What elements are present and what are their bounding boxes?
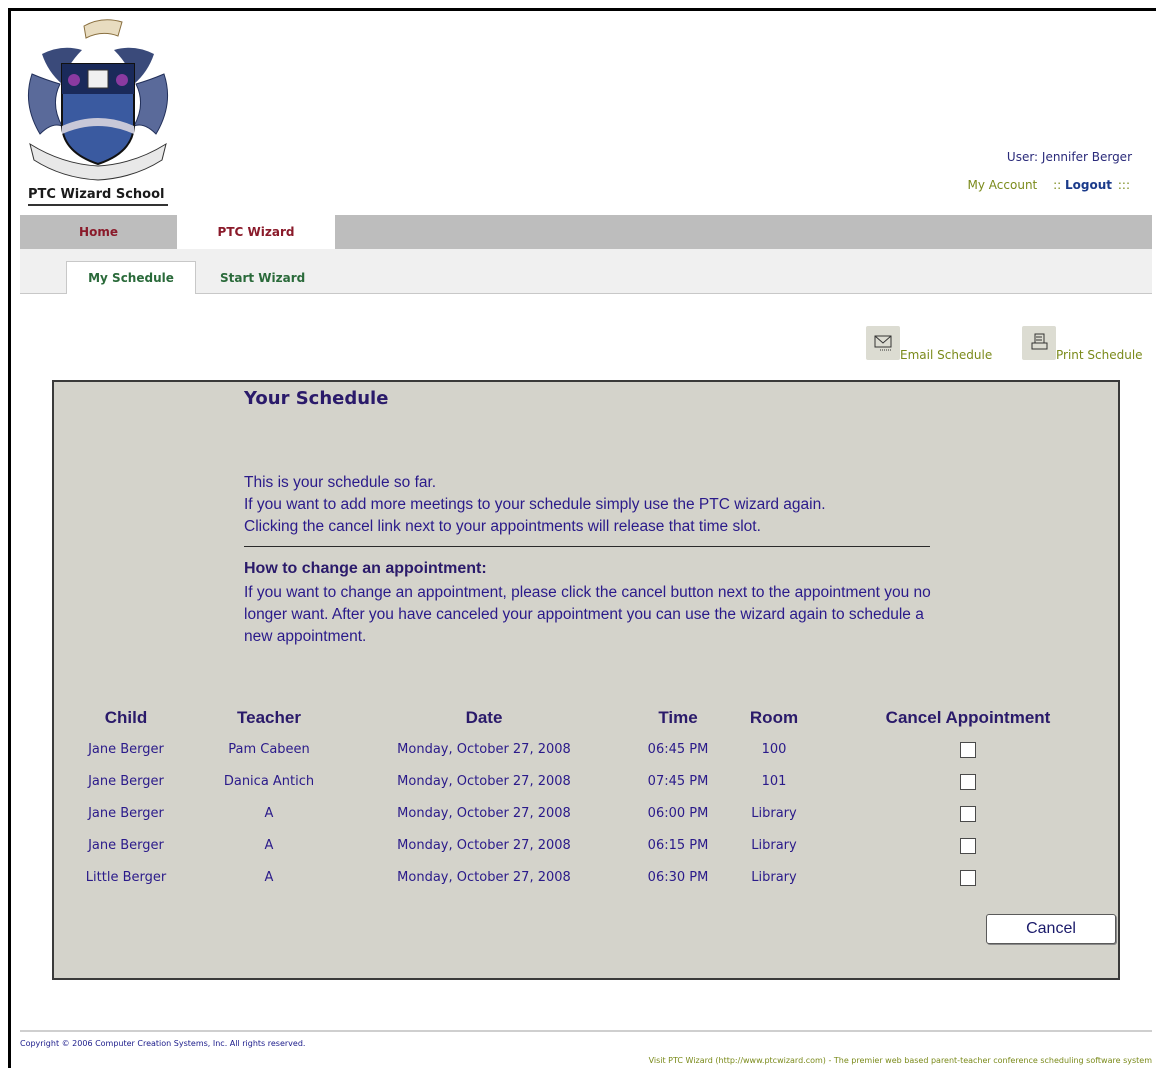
cell-date: Monday, October 27, 2008: [397, 774, 571, 789]
cancel-appointment-checkbox[interactable]: [960, 870, 976, 886]
printer-icon: [1031, 333, 1048, 350]
cell-room: Library: [751, 838, 797, 853]
table-row: Jane Berger Danica Antich Monday, Octobe…: [54, 774, 1118, 806]
cell-time: 06:45 PM: [647, 742, 709, 757]
cell-room: Library: [751, 870, 797, 885]
header-cancel-appointment: Cancel Appointment: [885, 708, 1051, 727]
cell-date: Monday, October 27, 2008: [397, 742, 571, 757]
section-divider: [244, 546, 930, 547]
panel-title: Your Schedule: [244, 388, 389, 409]
cancel-appointment-checkbox[interactable]: [960, 838, 976, 854]
cell-child: Jane Berger: [88, 806, 164, 821]
school-crest-logo: [27, 19, 169, 181]
sub-tab-bar: My Schedule Start Wizard: [20, 249, 1152, 295]
cell-room: Library: [751, 806, 797, 821]
schedule-panel: Your Schedule This is your schedule so f…: [52, 380, 1120, 980]
cell-time: 06:15 PM: [647, 838, 709, 853]
link-separator: ::: [1053, 178, 1062, 192]
link-separator-end: :::: [1117, 178, 1130, 192]
how-to-text: If you want to change an appointment, pl…: [244, 584, 931, 645]
header-date: Date: [465, 708, 503, 727]
cell-teacher: A: [264, 870, 274, 885]
table-row: Little Berger A Monday, October 27, 2008…: [54, 870, 1118, 902]
envelope-icon: [874, 335, 892, 351]
cell-child: Jane Berger: [88, 742, 164, 757]
intro-text: This is your schedule so far. If you wan…: [244, 472, 944, 538]
cell-date: Monday, October 27, 2008: [397, 806, 571, 821]
cell-room: 100: [761, 742, 787, 757]
cell-time: 06:30 PM: [647, 870, 709, 885]
header-teacher: Teacher: [237, 708, 301, 727]
cell-time: 06:00 PM: [647, 806, 709, 821]
copyright-text: Copyright © 2006 Computer Creation Syste…: [20, 1039, 306, 1048]
intro-line: Clicking the cancel link next to your ap…: [244, 518, 761, 535]
account-links: My Account :: Logout :::: [968, 178, 1130, 192]
cell-teacher: A: [264, 806, 274, 821]
logout-link[interactable]: Logout: [1065, 178, 1112, 192]
header-room: Room: [749, 708, 799, 727]
table-row: Jane Berger Pam Cabeen Monday, October 2…: [54, 742, 1118, 774]
print-schedule-label[interactable]: Print Schedule: [1056, 348, 1143, 362]
cell-date: Monday, October 27, 2008: [397, 838, 571, 853]
cell-teacher: Danica Antich: [223, 774, 315, 789]
cancel-appointment-checkbox[interactable]: [960, 742, 976, 758]
footer-divider: [20, 1030, 1152, 1032]
tab-ptc-wizard[interactable]: PTC Wizard: [177, 215, 335, 249]
subtab-my-schedule[interactable]: My Schedule: [66, 261, 196, 295]
cell-child: Little Berger: [85, 870, 167, 885]
cell-child: Jane Berger: [88, 838, 164, 853]
intro-line: This is your schedule so far.: [244, 474, 437, 491]
school-name: PTC Wizard School: [28, 187, 165, 202]
table-row: Jane Berger A Monday, October 27, 2008 0…: [54, 806, 1118, 838]
print-schedule-button[interactable]: [1022, 326, 1056, 360]
visit-ptc-wizard-text[interactable]: Visit PTC Wizard (http://www.ptcwizard.c…: [649, 1056, 1152, 1065]
school-name-underline: [28, 204, 168, 206]
cell-child: Jane Berger: [88, 774, 164, 789]
cell-time: 07:45 PM: [647, 774, 709, 789]
cancel-button[interactable]: Cancel: [986, 914, 1116, 944]
cell-date: Monday, October 27, 2008: [397, 870, 571, 885]
email-schedule-label[interactable]: Email Schedule: [900, 348, 992, 362]
how-to-title: How to change an appointment:: [244, 560, 487, 577]
current-user-label: User: Jennifer Berger: [1006, 150, 1132, 164]
subtab-start-wizard[interactable]: Start Wizard: [220, 271, 305, 285]
tab-home[interactable]: Home: [20, 215, 177, 249]
main-tab-bar: Home PTC Wizard: [20, 215, 1152, 249]
my-account-link[interactable]: My Account: [968, 178, 1038, 192]
header-time: Time: [658, 708, 698, 727]
cancel-appointment-checkbox[interactable]: [960, 806, 976, 822]
cell-room: 101: [761, 774, 787, 789]
cell-teacher: A: [264, 838, 274, 853]
cancel-appointment-checkbox[interactable]: [960, 774, 976, 790]
intro-line: If you want to add more meetings to your…: [244, 496, 826, 513]
header-child: Child: [104, 708, 148, 727]
cell-teacher: Pam Cabeen: [228, 742, 310, 757]
email-schedule-button[interactable]: [866, 326, 900, 360]
table-row: Jane Berger A Monday, October 27, 2008 0…: [54, 838, 1118, 870]
